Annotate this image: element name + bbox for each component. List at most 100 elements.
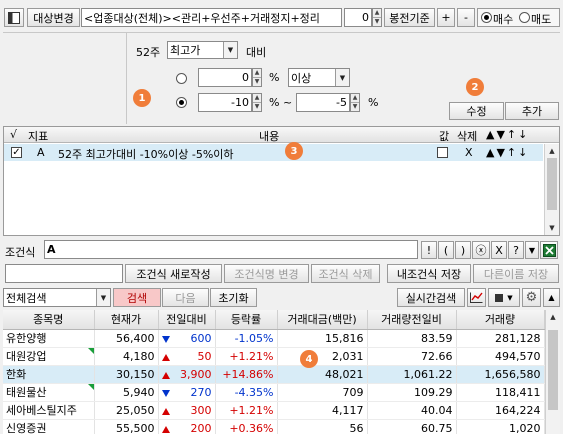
relation-dropdown-icon[interactable]: ▼ <box>335 69 349 86</box>
spin-down-icon[interactable]: ▼ <box>351 102 359 111</box>
condition-row-delete[interactable]: X <box>465 146 473 159</box>
target-change-button[interactable]: 대상변경 <box>27 8 80 27</box>
plus-button[interactable]: + <box>437 8 455 27</box>
rename-condition-button[interactable]: 조건식명 변경 <box>224 264 309 283</box>
scroll-down-icon[interactable]: ▼ <box>545 221 559 235</box>
settings-button[interactable]: ⚙ <box>522 288 541 307</box>
stock-name[interactable]: 유한양행 <box>3 329 95 348</box>
basis-button[interactable]: 봉전기준 <box>384 8 435 27</box>
spin-up-icon[interactable]: ▲ <box>253 94 261 102</box>
target-condition-field[interactable]: <업종대상(전체)><관리+우선주+거래정지+정리 <box>81 8 342 27</box>
count-input[interactable]: 0 <box>344 8 372 27</box>
col-volume[interactable]: 거래량 <box>456 310 545 330</box>
pct-range-label: % ~ <box>269 96 293 109</box>
save-condition-button[interactable]: 내조건식 저장 <box>387 264 471 283</box>
op-xor-button[interactable]: ⓧ <box>472 241 490 259</box>
table-row[interactable]: 유한양행 56,400 600 -1.05% 15,816 83.59 281,128 <box>3 329 545 348</box>
chart-button[interactable] <box>467 288 486 307</box>
range-radio-2[interactable] <box>176 97 187 108</box>
panel-toggle-button[interactable] <box>4 8 24 27</box>
volume-ratio: 60.75 <box>367 419 457 434</box>
col-amount[interactable]: 거래대금(백만) <box>277 310 368 330</box>
save-as-button[interactable]: 다른이름 저장 <box>473 264 559 283</box>
next-button[interactable]: 다음 <box>162 288 209 307</box>
col-price[interactable]: 현재가 <box>94 310 159 330</box>
value3-spinner[interactable]: ▲ ▼ <box>350 93 360 112</box>
trade-amount: 56 <box>277 419 368 434</box>
volume-ratio: 40.04 <box>367 401 457 420</box>
op-lparen-button[interactable]: ( <box>438 241 454 259</box>
add-button[interactable]: 추가 <box>505 102 559 120</box>
up-arrow-icon <box>161 371 170 379</box>
search-scope-dropdown-icon[interactable]: ▼ <box>96 289 110 306</box>
delete-condition-button[interactable]: 조건식 삭제 <box>311 264 380 283</box>
editor-divider <box>126 33 127 124</box>
search-scope-select[interactable]: 전체검색 <box>3 288 111 307</box>
scroll-thumb[interactable] <box>548 330 558 410</box>
view-select-button[interactable]: ▼ <box>488 288 520 307</box>
count-spinner[interactable]: ▲ ▼ <box>372 8 382 27</box>
range-radio-1[interactable] <box>176 73 187 84</box>
new-condition-button[interactable]: 조건식 새로작성 <box>125 264 222 283</box>
col-rate[interactable]: 등락률 <box>215 310 278 330</box>
condition-name-input[interactable] <box>5 264 123 283</box>
spin-down-icon[interactable]: ▼ <box>253 102 261 111</box>
spin-up-icon[interactable]: ▲ <box>253 69 261 77</box>
modify-button[interactable]: 수정 <box>449 102 504 120</box>
table-row[interactable]: 신영증권 55,500 200 +0.36% 56 60.75 1,020 <box>3 419 545 434</box>
spin-up-icon[interactable]: ▲ <box>373 9 381 17</box>
formula-toggle-button[interactable]: ▼ <box>525 241 539 259</box>
results-scrollbar[interactable]: ▲ <box>545 310 560 434</box>
spin-down-icon[interactable]: ▼ <box>373 17 381 26</box>
spin-up-icon[interactable]: ▲ <box>351 94 359 102</box>
collapse-button[interactable]: ▲ <box>543 288 560 307</box>
scroll-thumb[interactable] <box>547 158 557 210</box>
scroll-up-icon[interactable]: ▲ <box>545 144 559 158</box>
op-x-button[interactable]: X <box>491 241 507 259</box>
buy-radio[interactable] <box>481 12 492 23</box>
stock-name[interactable]: 한화 <box>3 365 95 384</box>
value1-input[interactable]: 0 <box>198 68 252 87</box>
change-cell: 300 <box>158 401 216 420</box>
table-row[interactable]: 태원물산 5,940 270 -4.35% 709 109.29 118,411 <box>3 383 545 402</box>
table-row[interactable]: 한화 30,150 3,900 +14.86% 48,021 1,061.22 1,656,… <box>3 365 545 384</box>
current-price: 55,500 <box>94 419 159 434</box>
chevron-down-icon: ▼ <box>507 293 513 302</box>
table-row[interactable]: 세아베스틸지주 25,050 300 +1.21% 4,117 40.04 164,224 <box>3 401 545 420</box>
realtime-search-button[interactable]: 실시간검색 <box>397 288 465 307</box>
spin-down-icon[interactable]: ▼ <box>253 77 261 86</box>
condition-row-checkbox[interactable]: ✓ <box>11 147 22 158</box>
pct-label-2: % <box>368 96 379 109</box>
condition-row-arrows[interactable]: ▲▼↑↓ <box>486 146 529 159</box>
value2-spinner[interactable]: ▲ ▼ <box>252 93 262 112</box>
volume-ratio: 109.29 <box>367 383 457 402</box>
indicator-dropdown-icon[interactable]: ▼ <box>223 42 237 58</box>
search-button[interactable]: 검색 <box>113 288 161 307</box>
square-icon <box>495 293 504 302</box>
col-vol-ratio[interactable]: 거래량전일비 <box>367 310 457 330</box>
change-value: 200 <box>190 421 212 434</box>
excel-button[interactable] <box>540 241 558 259</box>
table-row[interactable]: 대원강업 4,180 50 +1.21% 2,031 72.66 494,570 <box>3 347 545 366</box>
col-name[interactable]: 종목명 <box>3 310 95 330</box>
condition-row-value-checkbox[interactable] <box>437 147 448 158</box>
sell-radio[interactable] <box>519 12 530 23</box>
formula-input[interactable]: A <box>44 240 418 259</box>
reset-button[interactable]: 초기화 <box>210 288 257 307</box>
op-not-button[interactable]: ! <box>421 241 437 259</box>
compare-label: 대비 <box>246 46 267 59</box>
minus-button[interactable]: - <box>457 8 475 27</box>
stock-name[interactable]: 세아베스틸지주 <box>3 401 95 420</box>
label-52w: 52주 <box>136 46 161 59</box>
value2-input[interactable]: -10 <box>198 93 252 112</box>
condition-list-scrollbar[interactable]: ▲ ▼ <box>544 144 559 235</box>
scroll-up-icon[interactable]: ▲ <box>546 310 560 324</box>
help-button[interactable]: ? <box>508 241 524 259</box>
op-rparen-button[interactable]: ) <box>455 241 471 259</box>
stock-name[interactable]: 신영증권 <box>3 419 95 434</box>
col-change[interactable]: 전일대비 <box>158 310 216 330</box>
stock-name[interactable]: 대원강업 <box>3 347 95 366</box>
value1-spinner[interactable]: ▲ ▼ <box>252 68 262 87</box>
value3-input[interactable]: -5 <box>296 93 350 112</box>
stock-name[interactable]: 태원물산 <box>3 383 95 402</box>
